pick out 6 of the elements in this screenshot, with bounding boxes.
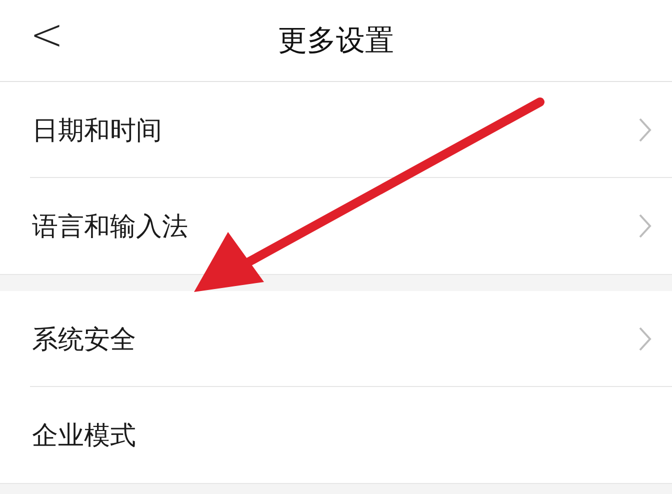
- settings-row[interactable]: 日期和时间: [0, 82, 672, 178]
- settings-row[interactable]: 语言和输入法: [0, 178, 672, 274]
- page-title: 更多设置: [278, 22, 394, 58]
- settings-row[interactable]: 系统安全: [0, 291, 672, 387]
- back-button[interactable]: <: [26, 10, 68, 60]
- settings-row[interactable]: 企业模式: [0, 387, 672, 483]
